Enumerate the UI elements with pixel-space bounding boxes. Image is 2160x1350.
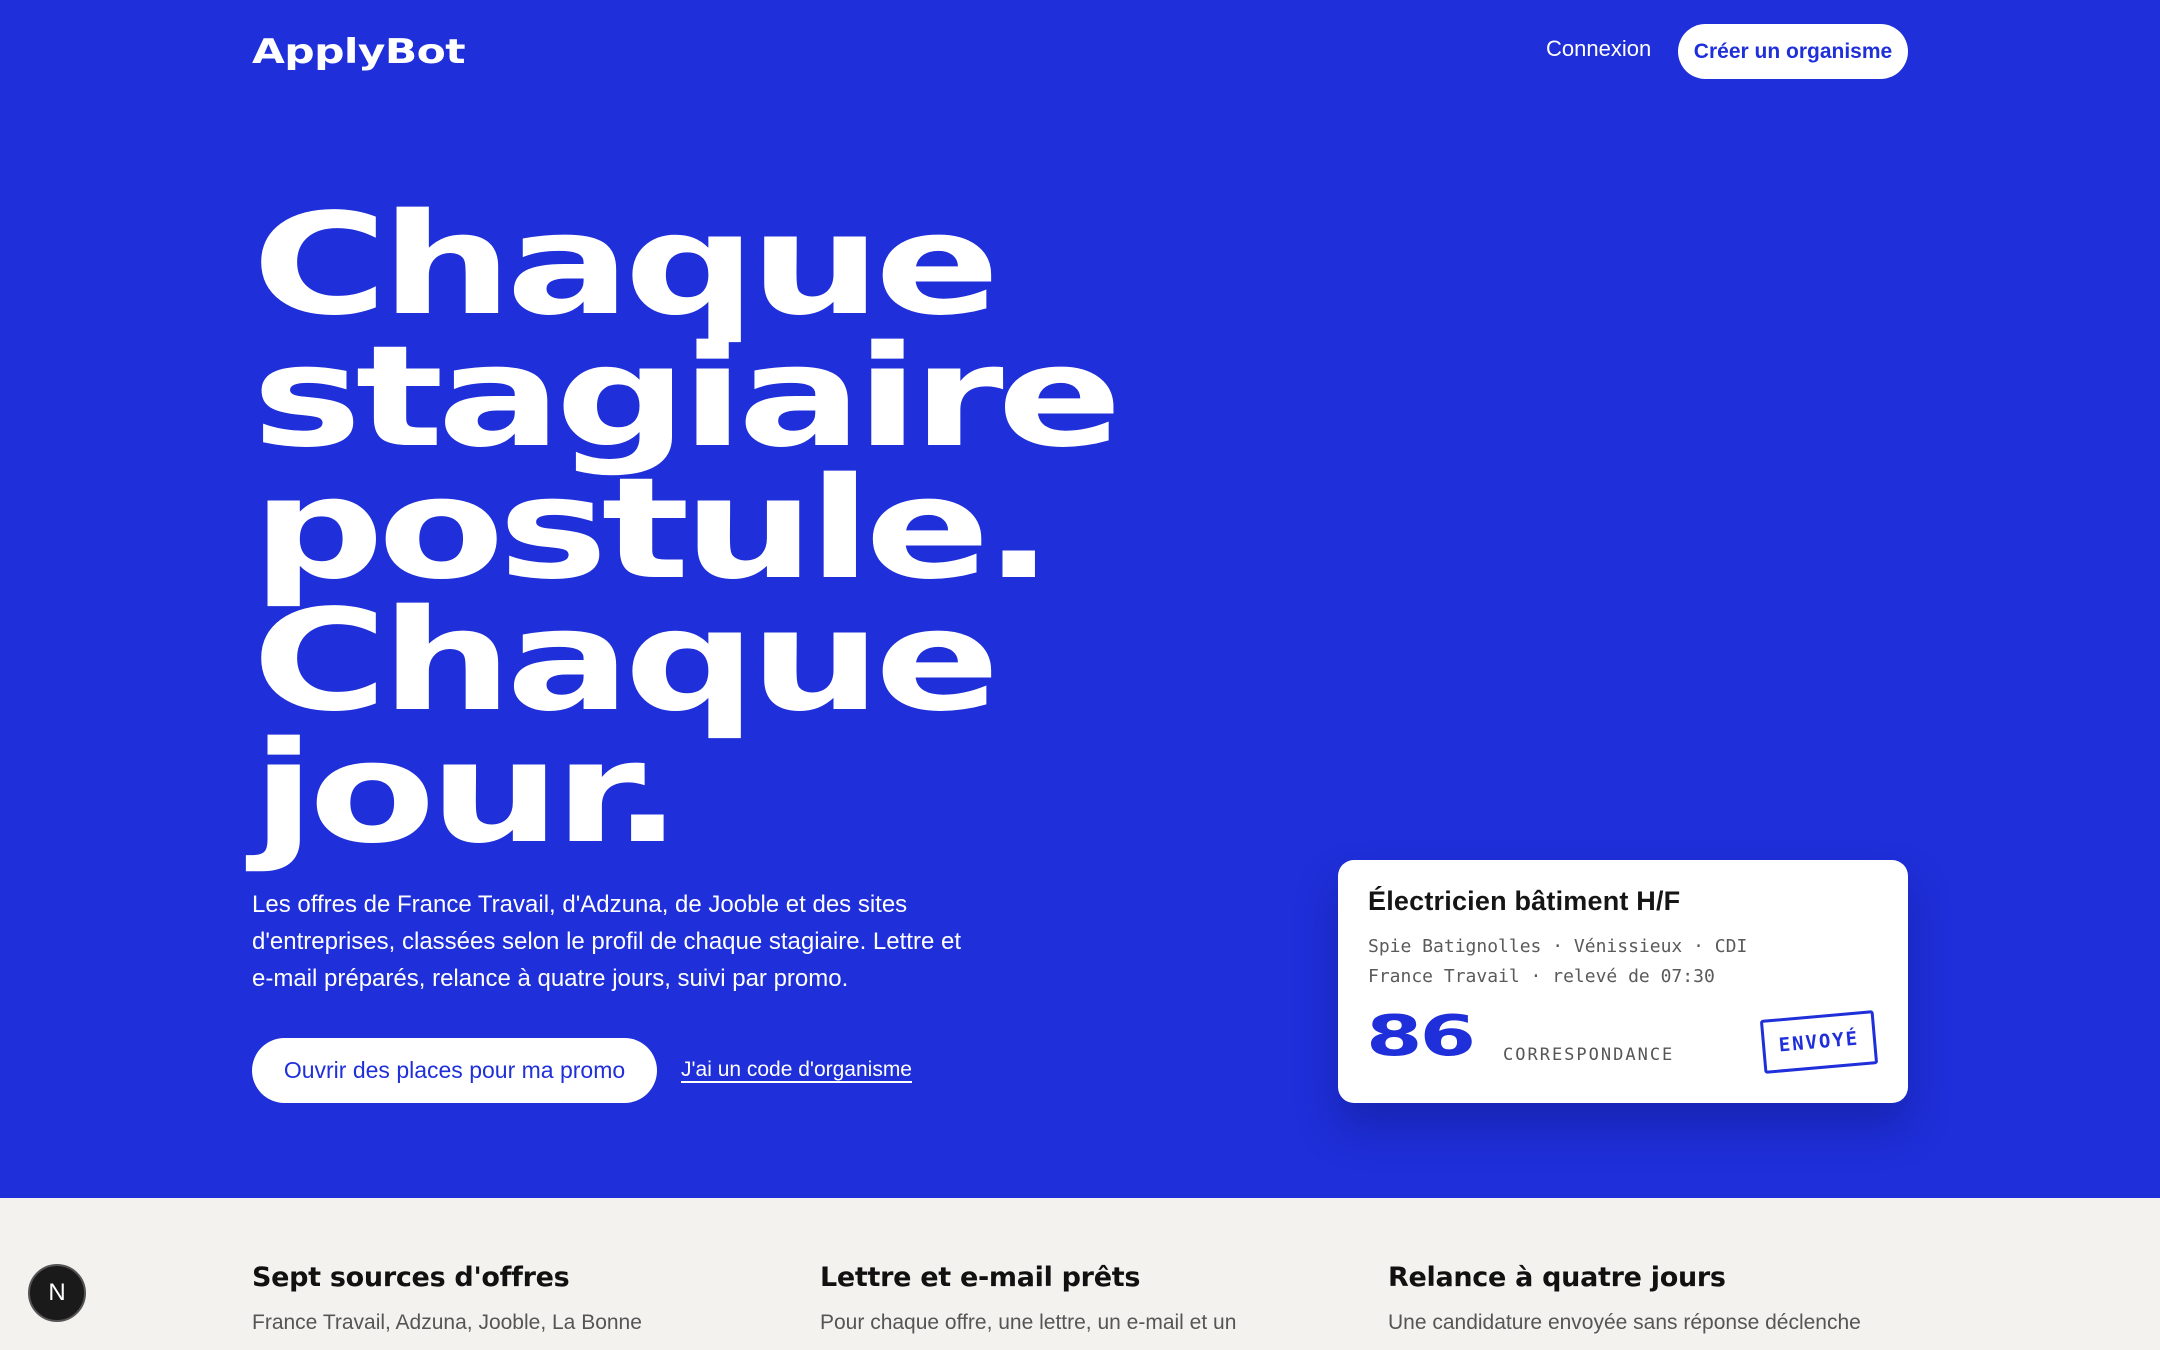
login-link[interactable]: Connexion	[1546, 36, 1651, 62]
headline-line: jour.	[252, 712, 682, 875]
feature-text: Une candidature envoyée sans réponse déc…	[1388, 1311, 1861, 1334]
feature-text: Pour chaque offre, une lettre, un e-mail…	[820, 1311, 1237, 1334]
headline-line: Chaque	[252, 184, 1000, 347]
feature-sources: Sept sources d'offres France Travail, Ad…	[252, 1262, 752, 1339]
create-organization-button[interactable]: Créer un organisme	[1678, 24, 1908, 79]
headline-line: stagiaire	[252, 316, 1122, 479]
hero-headline: Chaque stagiaire postule. Chaque jour.	[252, 196, 1122, 864]
match-score-label: CORRESPONDANCE	[1503, 1045, 1675, 1065]
feature-letter: Lettre et e-mail prêts Pour chaque offre…	[820, 1262, 1320, 1339]
offer-meta-source: France Travail · relevé de 07:30	[1368, 966, 1715, 987]
organization-code-link[interactable]: J'ai un code d'organisme	[681, 1058, 912, 1082]
offer-meta: Spie Batignolles · Vénissieux · CDI Fran…	[1368, 932, 1747, 992]
feature-title: Lettre et e-mail prêts	[820, 1262, 1141, 1293]
open-places-button[interactable]: Ouvrir des places pour ma promo	[252, 1038, 657, 1103]
offer-meta-company: Spie Batignolles · Vénissieux · CDI	[1368, 936, 1748, 957]
feature-title: Sept sources d'offres	[252, 1262, 570, 1293]
headline-line: Chaque	[252, 580, 1000, 743]
sent-stamp: ENVOYÉ	[1759, 1010, 1879, 1074]
feature-followup: Relance à quatre jours Une candidature e…	[1388, 1262, 1888, 1339]
feature-text: France Travail, Adzuna, Jooble, La Bonne	[252, 1311, 642, 1334]
headline-line: postule.	[252, 448, 1054, 611]
hero-description: Les offres de France Travail, d'Adzuna, …	[252, 891, 961, 992]
nextjs-dev-badge[interactable]: N	[28, 1264, 86, 1322]
offer-title: Électricien bâtiment H/F	[1368, 886, 1681, 916]
job-offer-card: Électricien bâtiment H/F Spie Batignolle…	[1338, 860, 1908, 1103]
hero-section: ApplyBot Connexion Créer un organisme Ch…	[0, 0, 2160, 1198]
feature-title: Relance à quatre jours	[1388, 1262, 1726, 1293]
applybot-logo[interactable]: ApplyBot	[252, 32, 466, 72]
match-score: 86	[1366, 1004, 1476, 1069]
